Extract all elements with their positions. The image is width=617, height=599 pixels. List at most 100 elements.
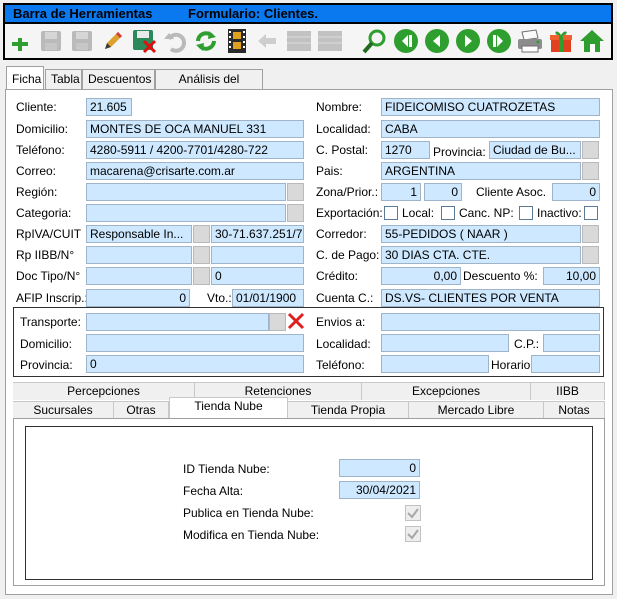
cdepago-dropdown-button[interactable] [582, 246, 599, 264]
tab-iibb[interactable]: IIBB [531, 382, 605, 400]
nombre-field[interactable]: FIDEICOMISO CUATROZETAS [381, 98, 600, 116]
envios-a-label: Envios a: [316, 315, 366, 329]
t-domicilio-field[interactable] [86, 334, 304, 352]
doctipo-dropdown-button[interactable] [193, 267, 210, 285]
prev-button[interactable] [422, 26, 451, 55]
add-button[interactable] [5, 26, 34, 55]
descuento-label: Descuento %: [463, 269, 538, 283]
cliente-asoc-field[interactable]: 0 [552, 183, 600, 201]
categoria-label: Categoria: [16, 206, 72, 220]
t-telefono-field[interactable] [381, 355, 489, 373]
prior-field[interactable]: 0 [424, 183, 462, 201]
tab-ficha[interactable]: Ficha [6, 66, 44, 90]
tab-mercado-libre[interactable]: Mercado Libre [409, 401, 544, 419]
pais-field[interactable]: ARGENTINA [381, 162, 581, 180]
t-horario-field[interactable] [531, 355, 600, 373]
inactivo-checkbox[interactable] [584, 206, 598, 220]
tab-otras[interactable]: Otras [114, 401, 169, 419]
rpiibb-dropdown-button[interactable] [193, 246, 210, 264]
corredor-field[interactable]: 55-PEDIDOS ( NAAR ) [381, 225, 581, 243]
next-button[interactable] [453, 26, 482, 55]
tab-tienda-propia[interactable]: Tienda Propia [288, 401, 409, 419]
cdepago-field[interactable]: 30 DIAS CTA. CTE. [381, 246, 581, 264]
doctipo-field[interactable] [86, 267, 192, 285]
descuento-field[interactable]: 10,00 [543, 267, 600, 285]
save-button[interactable] [36, 26, 65, 55]
cuit-field[interactable]: 30-71.637.251/7 [211, 225, 304, 243]
rpiva-field[interactable]: Responsable In... [86, 225, 192, 243]
last-icon [486, 28, 511, 53]
vto-field[interactable]: 01/01/1900 [232, 289, 304, 307]
tab-tabla[interactable]: Tabla [45, 69, 82, 89]
refresh-icon [195, 30, 216, 51]
film-button[interactable] [222, 26, 251, 55]
search-button[interactable] [360, 26, 389, 55]
home-button[interactable] [577, 26, 606, 55]
region-dropdown-button[interactable] [287, 183, 304, 201]
t-cp-field[interactable] [543, 334, 600, 352]
tienda-nube-panel [13, 418, 605, 586]
tab-sucursales[interactable]: Sucursales [13, 401, 114, 419]
undo-button[interactable] [160, 26, 189, 55]
tab-analisis-cliente[interactable]: Análisis del Cliente [155, 69, 263, 104]
provincia-field[interactable]: Ciudad de Bu... [489, 141, 581, 159]
correo-field[interactable]: macarena@crisarte.com.ar [86, 162, 304, 180]
fecha-alta-label: Fecha Alta: [183, 484, 244, 498]
domicilio-field[interactable]: MONTES DE OCA MANUEL 331 [86, 120, 304, 138]
cpostal-field[interactable]: 1270 [381, 141, 430, 159]
credito-field[interactable]: 0,00 [381, 267, 461, 285]
rpiibb-number-field[interactable] [211, 246, 304, 264]
tab-tienda-nube[interactable]: Tienda Nube [169, 397, 288, 418]
rpiva-dropdown-button[interactable] [193, 225, 210, 243]
grid-button-1[interactable] [284, 26, 313, 55]
canc-np-checkbox[interactable] [519, 206, 533, 220]
checkmark-icon [407, 508, 419, 519]
t-horario-label: Horario [491, 358, 531, 372]
cliente-field[interactable]: 21.605 [86, 98, 132, 116]
gift-button[interactable] [546, 26, 575, 55]
tab-descuentos[interactable]: Descuentos [82, 69, 155, 89]
rpiibb-field[interactable] [86, 246, 192, 264]
modifica-tienda-nube-checkbox[interactable] [405, 526, 421, 542]
grid-button-2[interactable] [315, 26, 344, 55]
tab-excepciones[interactable]: Excepciones [362, 382, 531, 400]
local-label: Local: [402, 206, 435, 220]
categoria-dropdown-button[interactable] [287, 204, 304, 222]
cuenta-c-field[interactable]: DS.VS- CLIENTES POR VENTA [381, 289, 600, 307]
last-button[interactable] [484, 26, 513, 55]
film-icon [227, 28, 246, 53]
afip-field[interactable]: 0 [86, 289, 190, 307]
tab-notas[interactable]: Notas [544, 401, 605, 419]
fecha-alta-field[interactable]: 30/04/2021 [339, 481, 420, 499]
refresh-button[interactable] [191, 26, 220, 55]
envios-a-field[interactable] [381, 313, 600, 331]
tab-percepciones[interactable]: Percepciones [13, 382, 195, 400]
t-provincia-field[interactable]: 0 [86, 355, 304, 373]
first-button[interactable] [391, 26, 420, 55]
telefono-field[interactable]: 4280-5911 / 4200-7701/4280-722 [86, 141, 304, 159]
print-button[interactable] [515, 26, 544, 55]
undo-icon [163, 32, 186, 53]
zona-field[interactable]: 1 [381, 183, 421, 201]
provincia-dropdown-button[interactable] [582, 141, 599, 159]
transporte-field[interactable] [86, 313, 269, 331]
local-checkbox[interactable] [441, 206, 455, 220]
region-field[interactable] [86, 183, 286, 201]
publica-tienda-nube-checkbox[interactable] [405, 505, 421, 521]
categoria-field[interactable] [86, 204, 286, 222]
title-bar: Barra de Herramientas Formulario: Client… [3, 3, 613, 24]
delete-button[interactable] [129, 26, 158, 55]
edit-button[interactable] [98, 26, 127, 55]
t-localidad-label: Localidad: [316, 337, 371, 351]
clear-transporte-button[interactable] [286, 311, 306, 331]
corredor-dropdown-button[interactable] [582, 225, 599, 243]
t-localidad-field[interactable] [381, 334, 509, 352]
docnum-field[interactable]: 0 [211, 267, 304, 285]
pais-dropdown-button[interactable] [582, 162, 599, 180]
id-tienda-nube-field[interactable]: 0 [339, 459, 420, 477]
save-close-button[interactable] [67, 26, 96, 55]
back-button[interactable] [253, 26, 282, 55]
exportacion-checkbox[interactable] [384, 206, 398, 220]
localidad-field[interactable]: CABA [381, 120, 600, 138]
transporte-dropdown-button[interactable] [269, 313, 286, 331]
